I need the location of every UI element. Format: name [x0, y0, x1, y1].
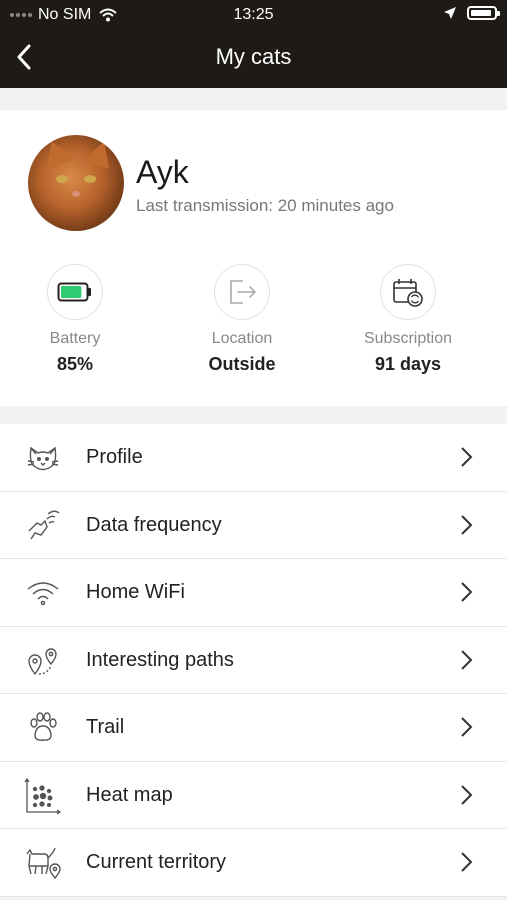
subscription-label: Subscription — [363, 330, 453, 347]
cat-avatar[interactable] — [28, 135, 124, 231]
menu-item-label: Heat map — [86, 783, 173, 806]
chevron-right-icon — [461, 649, 473, 670]
chevron-right-icon — [461, 852, 473, 872]
menu-item-trail[interactable]: Trail — [0, 694, 507, 762]
menu-list: Profile Data frequency Home WiFi Interes… — [0, 424, 507, 897]
map-pins-icon — [24, 642, 62, 680]
chevron-right-icon — [461, 447, 473, 467]
menu-item-home-wifi[interactable]: Home WiFi — [0, 559, 507, 627]
menu-item-heat-map[interactable]: Heat map — [0, 761, 507, 829]
status-time: 13:25 — [233, 6, 274, 23]
location-value: Outside — [208, 354, 276, 374]
menu-item-current-territory[interactable]: Current territory — [0, 829, 507, 897]
status-right — [443, 6, 500, 20]
menu-item-label: Home WiFi — [86, 581, 185, 603]
last-transmission: Last transmission: 20 minutes ago — [136, 196, 394, 215]
battery-label: Battery — [49, 330, 101, 347]
calendar-refresh-icon — [380, 264, 436, 320]
chevron-right-icon — [461, 717, 473, 737]
cat-name: Ayk — [136, 154, 189, 190]
menu-item-data-frequency[interactable]: Data frequency — [0, 491, 507, 559]
menu-item-label: Trail — [86, 716, 125, 738]
chevron-right-icon — [461, 784, 473, 805]
cat-signal-icon — [24, 507, 62, 545]
location-arrow-icon — [444, 7, 456, 19]
cat-face-icon — [24, 439, 62, 477]
paw-icon — [24, 709, 62, 747]
subscription-stat: Subscription 91 days — [338, 264, 478, 375]
menu-item-label: Current territory — [86, 851, 227, 873]
cat-location-icon — [24, 844, 62, 882]
menu-item-label: Data frequency — [86, 513, 222, 536]
status-bar: No SIM 13:25 — [0, 4, 507, 26]
battery-icon — [47, 264, 103, 320]
exit-icon — [214, 264, 270, 320]
top-bar: No SIM 13:25 My cats — [0, 0, 507, 88]
chevron-right-icon — [461, 582, 473, 602]
status-battery-icon — [467, 6, 500, 20]
subscription-value: 91 days — [374, 354, 442, 374]
menu-item-label: Profile — [86, 446, 143, 468]
wifi-icon — [24, 574, 62, 612]
cat-summary-card: Ayk Last transmission: 20 minutes ago Ba… — [0, 110, 507, 406]
battery-value: 85% — [56, 354, 94, 374]
page-title: My cats — [215, 44, 292, 69]
chevron-right-icon — [461, 514, 473, 535]
menu-item-interesting-paths[interactable]: Interesting paths — [0, 626, 507, 694]
location-stat: Location Outside — [172, 264, 312, 375]
menu-item-label: Interesting paths — [86, 648, 234, 671]
menu-item-profile[interactable]: Profile — [0, 424, 507, 492]
dot-grid-icon — [24, 777, 62, 815]
battery-stat: Battery 85% — [5, 264, 145, 375]
location-label: Location — [211, 330, 273, 347]
